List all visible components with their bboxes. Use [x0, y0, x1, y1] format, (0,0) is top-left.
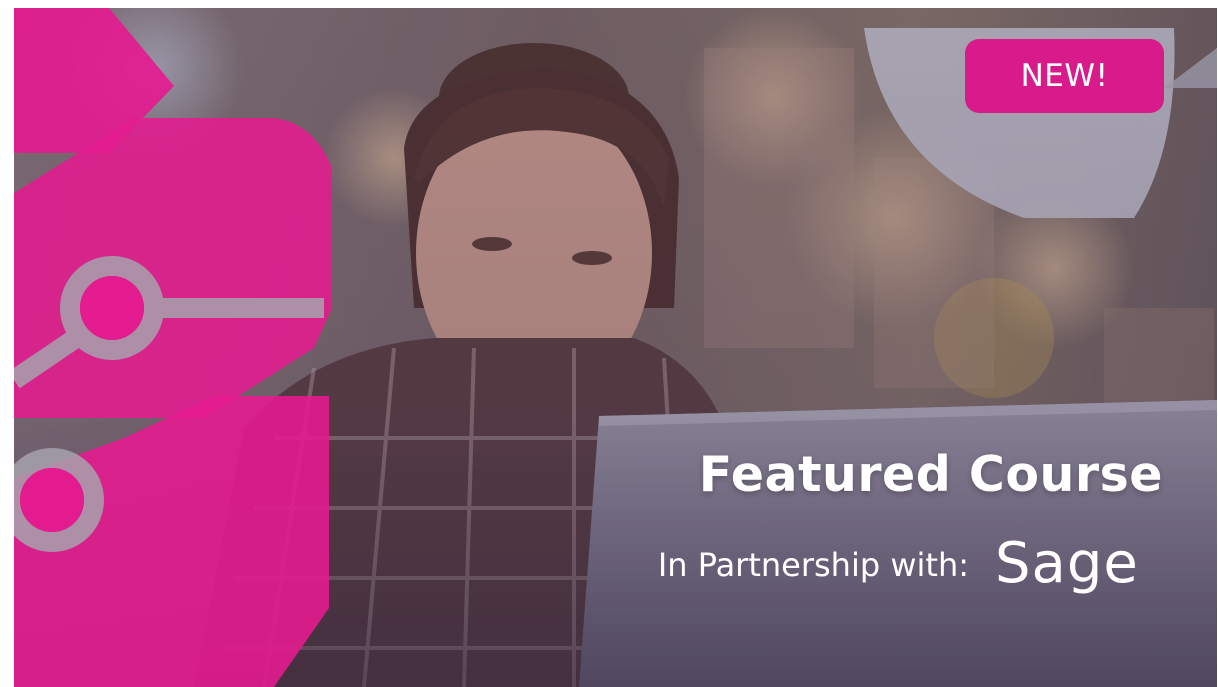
featured-course-banner[interactable]: NEW! Featured Course In Partnership with…: [14, 8, 1217, 687]
partnership-line: In Partnership with: Sage: [658, 530, 1163, 600]
featured-course-title: Featured Course: [698, 446, 1163, 503]
sage-logo-text: Sage: [995, 531, 1139, 596]
new-badge: NEW!: [965, 39, 1164, 113]
sage-logo: Sage: [995, 531, 1139, 596]
partnership-label: In Partnership with:: [657, 546, 969, 584]
